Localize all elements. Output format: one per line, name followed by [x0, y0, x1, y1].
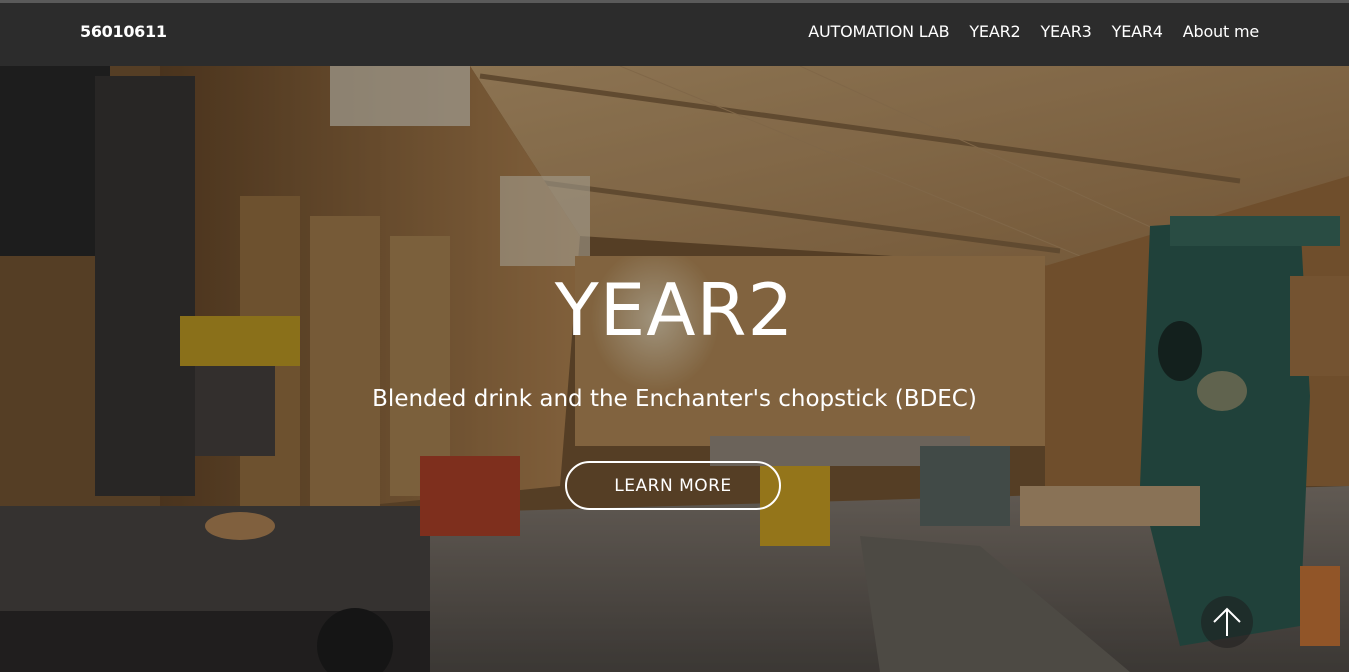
nav-link-year2[interactable]: YEAR2 — [969, 22, 1020, 41]
hero-title: YEAR2 — [554, 268, 795, 352]
brand-logo-link[interactable]: 56010611 — [80, 22, 167, 41]
navbar: 56010611 AUTOMATION LAB YEAR2 YEAR3 YEAR… — [0, 3, 1349, 66]
main-nav: AUTOMATION LAB YEAR2 YEAR3 YEAR4 About m… — [808, 22, 1259, 41]
hero-subtitle: Blended drink and the Enchanter's chopst… — [372, 386, 977, 412]
hero-dark-overlay — [0, 66, 1349, 672]
nav-link-year4[interactable]: YEAR4 — [1112, 22, 1163, 41]
nav-link-about-me[interactable]: About me — [1183, 22, 1259, 41]
nav-link-automation-lab[interactable]: AUTOMATION LAB — [808, 22, 949, 41]
nav-link-year3[interactable]: YEAR3 — [1040, 22, 1091, 41]
arrow-up-icon — [1213, 607, 1241, 636]
hero-section: YEAR2 Blended drink and the Enchanter's … — [0, 66, 1349, 672]
scroll-to-top-button[interactable] — [1201, 596, 1253, 648]
learn-more-button[interactable]: LEARN MORE — [565, 461, 781, 510]
